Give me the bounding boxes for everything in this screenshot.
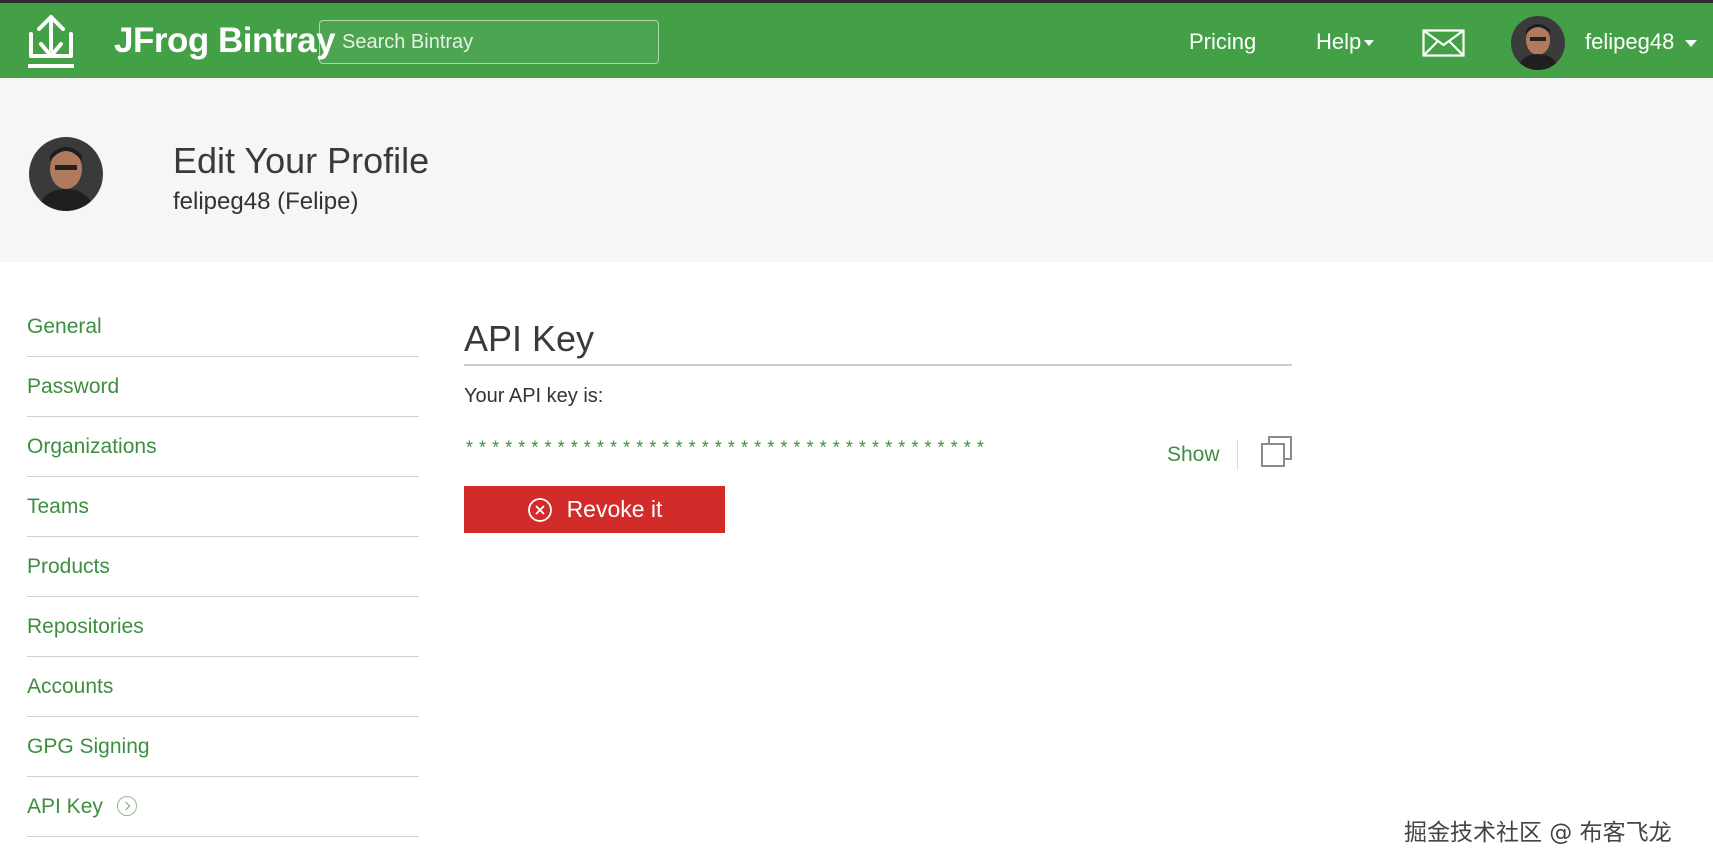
pricing-link[interactable]: Pricing	[1189, 29, 1256, 55]
copy-icon[interactable]	[1260, 435, 1293, 468]
sidebar-item-general[interactable]: General	[27, 298, 419, 357]
api-key-masked-value: ****************************************	[464, 440, 989, 460]
user-menu-name[interactable]: felipeg48	[1585, 29, 1674, 55]
vertical-divider	[1237, 440, 1238, 470]
sidebar-item-label: Products	[27, 555, 110, 578]
api-key-label: Your API key is:	[464, 385, 604, 407]
upload-logo-icon[interactable]	[26, 12, 76, 72]
sidebar-item-accounts[interactable]: Accounts	[27, 657, 419, 717]
brand-name[interactable]: JFrog Bintray	[114, 21, 336, 61]
user-caret-down-icon[interactable]	[1685, 40, 1697, 47]
sidebar-item-label: Teams	[27, 495, 89, 518]
sidebar-item-label: API Key	[27, 795, 103, 818]
sidebar-item-gpg-signing[interactable]: GPG Signing	[27, 717, 419, 777]
sidebar-item-api-key[interactable]: API Key	[27, 777, 419, 837]
sidebar-item-label: GPG Signing	[27, 735, 150, 758]
settings-sidebar: General Password Organizations Teams Pro…	[27, 298, 419, 837]
search-input[interactable]	[319, 20, 659, 64]
section-title: API Key	[464, 318, 595, 359]
sidebar-item-label: Accounts	[27, 675, 114, 698]
user-avatar[interactable]	[1511, 16, 1565, 70]
sidebar-item-repositories[interactable]: Repositories	[27, 597, 419, 657]
revoke-button-label: Revoke it	[566, 496, 663, 522]
sidebar-item-products[interactable]: Products	[27, 537, 419, 597]
mail-icon[interactable]	[1422, 29, 1465, 57]
chevron-right-icon	[116, 796, 137, 816]
help-label: Help	[1316, 29, 1362, 54]
sidebar-item-label: Repositories	[27, 615, 144, 638]
caret-down-icon	[1364, 40, 1375, 47]
sidebar-item-label: Password	[27, 375, 120, 398]
section-divider	[464, 364, 1292, 366]
sidebar-item-organizations[interactable]: Organizations	[27, 417, 419, 477]
revoke-button[interactable]: Revoke it	[464, 486, 725, 533]
sidebar-item-label: General	[27, 315, 102, 338]
sidebar-item-teams[interactable]: Teams	[27, 477, 419, 537]
watermark-text: 掘金技术社区 @ 布客飞龙	[1404, 820, 1672, 846]
help-menu[interactable]: Help	[1316, 29, 1375, 55]
show-key-link[interactable]: Show	[1167, 443, 1220, 467]
profile-username: felipeg48 (Felipe)	[173, 188, 359, 215]
profile-avatar	[29, 137, 103, 211]
sidebar-item-label: Organizations	[27, 435, 157, 458]
page-title: Edit Your Profile	[173, 140, 430, 181]
sidebar-item-password[interactable]: Password	[27, 357, 419, 417]
profile-header: Edit Your Profile felipeg48 (Felipe)	[0, 78, 1713, 262]
close-circle-icon	[527, 497, 552, 522]
top-navbar: JFrog Bintray Pricing Help felipeg48	[0, 0, 1713, 78]
